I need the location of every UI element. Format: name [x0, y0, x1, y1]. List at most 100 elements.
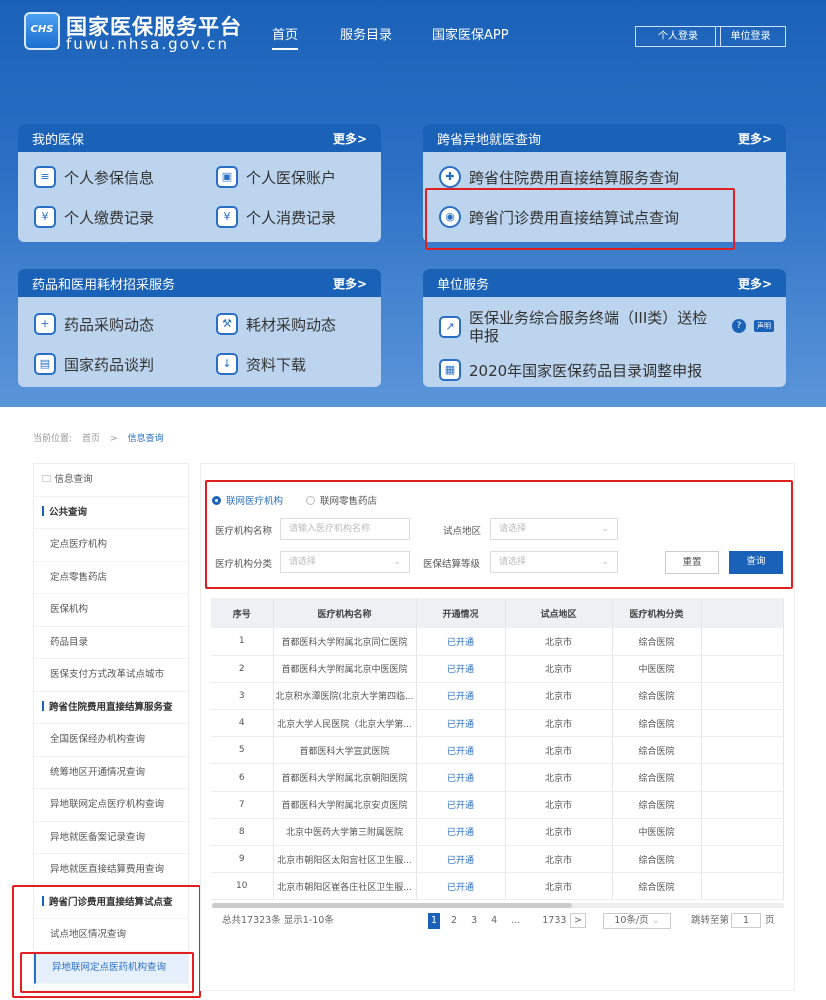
name-label: 医疗机构名称 — [215, 526, 273, 537]
cell-area: 北京市 — [505, 682, 613, 711]
box-icon: ▤ — [34, 353, 56, 375]
personal-insurance-info[interactable]: ≡ 个人参保信息 — [34, 166, 154, 188]
cell-status[interactable]: 已开通 — [416, 791, 506, 819]
table-row: 2 首都医科大学附属北京中医医院 已开通 北京市 中医医院 — [211, 655, 784, 683]
sidebar-item[interactable]: 医保支付方式改革试点城市 — [34, 659, 188, 692]
cell-status[interactable]: 已开通 — [416, 845, 506, 874]
folder-icon: 🗀 — [42, 474, 55, 485]
cell-status[interactable]: 已开通 — [416, 655, 506, 683]
table-row: 6 首都医科大学附属北京朝阳医院 已开通 北京市 综合医院 — [211, 763, 784, 792]
cell-status[interactable]: 已开通 — [416, 763, 506, 792]
drug-procurement[interactable]: + 药品采购动态 — [34, 313, 154, 335]
radio-medical-institution[interactable]: 联网医疗机构 — [212, 493, 283, 507]
cell-category: 综合医院 — [612, 763, 702, 792]
cell-area: 北京市 — [505, 628, 613, 656]
cell-status[interactable]: 已开通 — [416, 736, 506, 765]
nav-service-catalog[interactable]: 服务目录 — [340, 24, 392, 43]
cell-index: 1 — [211, 628, 274, 656]
breadcrumb-home[interactable]: 首页 — [82, 434, 100, 444]
level-select[interactable]: 请选择 ⌄ — [490, 551, 618, 573]
more-link[interactable]: 更多> — [333, 275, 367, 292]
cell-status[interactable]: 已开通 — [416, 709, 506, 738]
horizontal-scrollbar[interactable] — [212, 903, 784, 908]
cell-status[interactable]: 已开通 — [416, 872, 506, 901]
terminal-inspection-report[interactable]: ↗ 医保业务综合服务终端（III类）送检申报 — [439, 309, 719, 345]
page-1[interactable]: 1 — [428, 913, 441, 929]
unit-login-button[interactable]: 单位登录 — [715, 26, 786, 47]
sidebar-item[interactable]: 试点地区情况查询 — [34, 919, 188, 952]
payment-records[interactable]: ¥ 个人缴费记录 — [34, 206, 154, 228]
sidebar-item[interactable]: 定点医疗机构 — [34, 529, 188, 562]
cell-area: 北京市 — [505, 709, 613, 738]
area-select[interactable]: 请选择 ⌄ — [490, 518, 618, 540]
cell-area: 北京市 — [505, 763, 613, 792]
outpatient-settlement-query[interactable]: ◉ 跨省门诊费用直接结算试点查询 — [439, 206, 679, 228]
sidebar-item[interactable]: 统筹地区开通情况查询 — [34, 757, 188, 789]
jump-page-input[interactable]: 1 — [731, 913, 761, 928]
type-select[interactable]: 请选择 ⌄ — [280, 551, 410, 573]
help-icon[interactable]: ? — [732, 319, 746, 333]
page-3[interactable]: 3 — [468, 913, 480, 929]
total-count: 总共17323条 显示1-10条 — [222, 915, 334, 926]
col-index: 序号 — [211, 598, 274, 628]
chevron-down-icon: ⌄ — [651, 915, 660, 926]
consumption-records[interactable]: ¥ 个人消费记录 — [216, 206, 336, 228]
name-input[interactable]: 请输入医疗机构名称 — [280, 518, 410, 540]
drug-catalog-adjustment[interactable]: ▦ 2020年国家医保药品目录调整申报 — [439, 359, 702, 381]
statement-badge[interactable]: 声明 — [754, 320, 774, 332]
card-unit-services: 单位服务 更多> ↗ 医保业务综合服务终端（III类）送检申报 ? 声明 ▦ 2020… — [423, 269, 786, 387]
col-area: 试点地区 — [505, 598, 613, 628]
personal-login-button[interactable]: 个人登录 — [635, 26, 721, 47]
more-link[interactable]: 更多> — [738, 275, 772, 292]
drug-negotiation[interactable]: ▤ 国家药品谈判 — [34, 353, 154, 375]
sidebar-item[interactable]: 异地就医直接结算费用查询 — [34, 854, 188, 887]
card-cross-province: 跨省异地就医查询 更多> ✚ 跨省住院费用直接结算服务查询 ◉ 跨省门诊费用直接结算试… — [423, 124, 786, 242]
sidebar-group[interactable]: 跨省住院费用直接结算服务查 — [34, 692, 188, 724]
chs-logo[interactable]: CHS — [24, 12, 60, 50]
cell-area: 北京市 — [505, 791, 613, 819]
table-row: 5 首都医科大学宣武医院 已开通 北京市 综合医院 — [211, 736, 784, 765]
page-4[interactable]: 4 — [488, 913, 500, 929]
page-unit: 页 — [765, 915, 775, 926]
search-button[interactable]: 查询 — [729, 551, 783, 574]
nav-home[interactable]: 首页 — [272, 24, 299, 50]
cell-name: 首都医科大学宣武医院 — [273, 736, 417, 765]
sidebar-item[interactable]: 药品目录 — [34, 627, 188, 659]
personal-account[interactable]: ▣ 个人医保账户 — [216, 166, 336, 188]
sidebar-group[interactable]: 公共查询 — [34, 497, 188, 529]
page-size-select[interactable]: 10条/页 ⌄ — [603, 913, 671, 929]
cell-area: 北京市 — [505, 845, 613, 874]
sidebar-group[interactable]: 跨省门诊费用直接结算试点查 — [34, 887, 188, 919]
cell-name: 北京市朝阳区崔各庄社区卫生服... — [273, 872, 417, 901]
card-procurement: 药品和医用耗材招采服务 更多> + 药品采购动态 ⚒ 耗材采购动态 ▤ 国家药品谈判 ↓… — [18, 269, 381, 387]
more-link[interactable]: 更多> — [738, 130, 772, 147]
cell-status[interactable]: 已开通 — [416, 682, 506, 711]
downloads[interactable]: ↓ 资料下载 — [216, 353, 306, 375]
inpatient-settlement-query[interactable]: ✚ 跨省住院费用直接结算服务查询 — [439, 166, 679, 188]
sidebar-item[interactable]: 医保机构 — [34, 594, 188, 627]
cell-status[interactable]: 已开通 — [416, 628, 506, 656]
scrollbar-thumb[interactable] — [212, 903, 572, 908]
page-2[interactable]: 2 — [448, 913, 460, 929]
page-1733[interactable]: 1733 — [539, 913, 569, 929]
breadcrumb-current: 信息查询 — [127, 434, 164, 444]
sidebar-item[interactable]: 异地就医备案记录查询 — [34, 822, 188, 854]
sidebar-item[interactable]: 全国医保经办机构查询 — [34, 724, 188, 757]
medicine-icon: + — [34, 313, 56, 335]
more-link[interactable]: 更多> — [333, 130, 367, 147]
reset-button[interactable]: 重置 — [665, 551, 719, 574]
form-icon: ▦ — [439, 359, 461, 381]
jump-label: 跳转至第 — [691, 915, 730, 926]
sidebar-item[interactable]: 异地联网定点医疗机构查询 — [34, 789, 188, 822]
cell-index: 5 — [211, 736, 274, 765]
consumable-procurement[interactable]: ⚒ 耗材采购动态 — [216, 313, 336, 335]
cell-name: 北京积水潭医院(北京大学第四临... — [273, 682, 417, 711]
wallet-icon: ▣ — [216, 166, 238, 188]
cell-status[interactable]: 已开通 — [416, 818, 506, 847]
next-page-button[interactable]: > — [570, 913, 586, 928]
nav-app[interactable]: 国家医保APP — [432, 24, 509, 43]
cell-index: 3 — [211, 682, 274, 711]
sidebar-item-active[interactable]: 异地联网定点医药机构查询 — [34, 951, 188, 984]
radio-retail-pharmacy[interactable]: 联网零售药店 — [306, 493, 377, 507]
sidebar-item[interactable]: 定点零售药店 — [34, 562, 188, 594]
